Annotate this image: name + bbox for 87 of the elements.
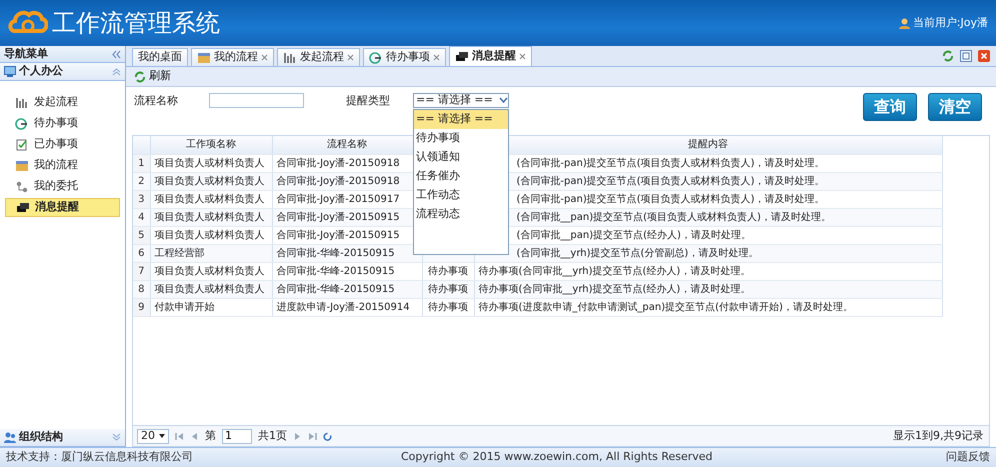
bars-icon <box>15 96 29 110</box>
chevron-down-icon <box>499 97 508 104</box>
table-cell: 待办事项(合同审批__yrh)提交至节点(经办人)，请及时处理。 <box>474 262 942 280</box>
tab[interactable]: 待办事项 <box>363 48 446 66</box>
table-cell: 工程经营部 <box>150 244 272 262</box>
close-icon[interactable] <box>347 54 354 61</box>
action-button[interactable]: 清空 <box>928 93 982 121</box>
field-label: 流程名称 <box>134 93 179 109</box>
feedback-link[interactable]: 问题反馈 <box>946 449 990 466</box>
close-icon[interactable] <box>978 50 990 62</box>
close-icon[interactable] <box>519 53 526 60</box>
page-label: 第 <box>205 428 216 444</box>
action-button[interactable]: 查询 <box>863 93 917 121</box>
previous-page-icon[interactable] <box>190 432 199 440</box>
maximize-icon[interactable] <box>960 50 972 62</box>
table-cell: 项目负责人或材料负责人 <box>150 172 272 190</box>
type-select[interactable]: == 请选择 == <box>413 93 509 108</box>
page-size-select[interactable]: 20 <box>137 428 169 444</box>
refresh-icon[interactable] <box>942 50 954 62</box>
table-cell: 进度款申请-Joy潘-20150914 <box>272 298 422 316</box>
row-number: 5 <box>133 226 150 244</box>
table-cell: 待办事项 <box>422 262 474 280</box>
current-user: 当前用户:Joy潘 <box>912 14 988 31</box>
name-field[interactable] <box>209 93 304 108</box>
next-page-icon[interactable] <box>293 432 302 440</box>
folder-icon <box>197 50 211 64</box>
table-cell: 项目负责人或材料负责人 <box>150 226 272 244</box>
table-cell: 合同审批-华峰-20150915 <box>272 244 422 262</box>
page-field[interactable]: 1 <box>222 428 252 444</box>
table-cell: 合同审批-华峰-20150915 <box>272 280 422 298</box>
row-number: 3 <box>133 190 150 208</box>
nodes-icon <box>15 180 29 194</box>
table-cell: 项目负责人或材料负责人 <box>150 262 272 280</box>
tab[interactable]: 消息提醒 <box>449 46 532 66</box>
table-cell: (合同审批__yrh)提交至节点(分管副总)，请及时处理。 <box>474 244 942 262</box>
row-number: 8 <box>133 280 150 298</box>
table-cell: 付款申请开始 <box>150 298 272 316</box>
close-icon[interactable] <box>261 54 268 61</box>
sidebar-item[interactable]: 发起流程 <box>5 93 120 112</box>
dropdown-option[interactable]: == 请选择 == <box>414 110 508 129</box>
folder-icon <box>15 158 29 172</box>
table-cell: 项目负责人或材料负责人 <box>150 190 272 208</box>
table-cell: 项目负责人或材料负责人 <box>150 280 272 298</box>
sidebar-title: 导航菜单 <box>4 46 48 62</box>
sidebar-item[interactable]: 我的委托 <box>5 177 120 196</box>
last-page-icon[interactable] <box>308 432 317 440</box>
caret-down-icon <box>159 434 165 438</box>
collapse-icon[interactable] <box>112 67 121 76</box>
close-icon[interactable] <box>433 54 440 61</box>
field-label: 提醒类型 <box>346 93 390 109</box>
sidebar-item[interactable]: 已办事项 <box>5 135 120 154</box>
sidebar-item[interactable]: 我的流程 <box>5 156 120 175</box>
tab[interactable]: 发起流程 <box>277 48 360 66</box>
user-icon <box>898 18 910 28</box>
table-cell: 项目负责人或材料负责人 <box>150 208 272 226</box>
table-cell: 待办事项(进度款申请_付款申请测试_pan)提交至节点(付款申请开始)，请及时处理。 <box>474 298 942 316</box>
people-icon <box>4 432 16 443</box>
reload-icon[interactable] <box>323 432 332 440</box>
collapse-icon[interactable] <box>112 50 121 58</box>
tab[interactable]: 我的流程 <box>191 48 274 66</box>
first-page-icon[interactable] <box>175 432 184 440</box>
table-cell: 待办事项(合同审批__yrh)提交至节点(经办人)，请及时处理。 <box>474 280 942 298</box>
refresh-button[interactable]: 刷新 <box>132 68 173 85</box>
row-number: 9 <box>133 298 150 316</box>
row-number: 4 <box>133 208 150 226</box>
sidebar-item[interactable]: 消息提醒 <box>5 198 120 217</box>
row-number: 6 <box>133 244 150 262</box>
refresh-icon <box>134 70 146 82</box>
table-cell: 合同审批-华峰-20150915 <box>272 262 422 280</box>
table-cell: 项目负责人或材料负责人 <box>150 154 272 172</box>
row-number: 7 <box>133 262 150 280</box>
monitor-icon <box>4 66 16 77</box>
support-text: 技术支持：厦门纵云信息科技有限公司 <box>6 449 193 466</box>
record-summary: 显示1到9,共9记录 <box>893 428 984 444</box>
tab[interactable]: 我的桌面 <box>132 48 188 66</box>
row-number: 1 <box>133 154 150 172</box>
bars-icon <box>283 50 297 64</box>
expand-icon[interactable] <box>112 433 121 442</box>
row-number: 2 <box>133 172 150 190</box>
page-count: 共1页 <box>258 428 287 444</box>
column-header: 工作项名称 <box>150 136 272 154</box>
table-cell: 待办事项 <box>422 280 474 298</box>
app-title: 工作流管理系统 <box>52 8 220 39</box>
table-cell: 待办事项 <box>422 298 474 316</box>
checklist-icon <box>15 138 29 152</box>
copyright-text: Copyright © 2015 www.zoewin.com, All Rights Reserved <box>401 449 713 466</box>
sidebar-item[interactable]: 待办事项 <box>5 114 120 133</box>
